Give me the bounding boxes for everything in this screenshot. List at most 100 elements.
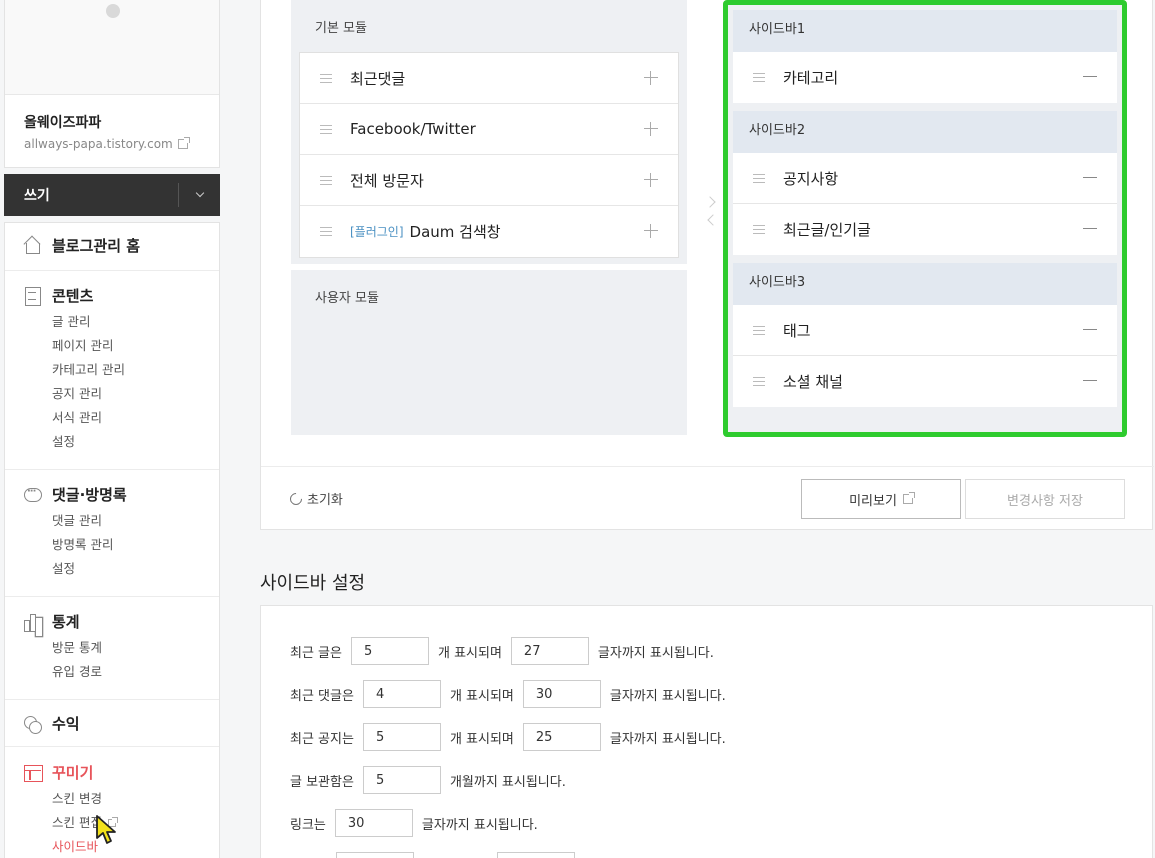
cursor-pointer-icon	[96, 815, 116, 844]
drag-handle-icon[interactable]	[753, 173, 765, 183]
setting-label: 글자까지 표시됩니다.	[597, 645, 714, 661]
module-item-total-visitors[interactable]: 전체 방문자	[300, 155, 678, 206]
submenu-contents-settings[interactable]: 설정	[52, 430, 219, 454]
reset-button[interactable]: 초기화	[287, 489, 343, 508]
write-label: 쓰기	[24, 188, 50, 204]
menu-comments[interactable]: 댓글·방명록	[23, 484, 219, 505]
setting-label: 글자까지 표시됩니다.	[421, 817, 538, 833]
setting-label: 최근 공지는	[290, 731, 354, 747]
external-link-icon	[177, 137, 190, 149]
module-label: 공지사항	[783, 169, 839, 188]
module-label: 소셜 채널	[783, 373, 843, 391]
drag-handle-icon[interactable]	[320, 124, 332, 134]
submenu-page-manage[interactable]: 페이지 관리	[52, 334, 219, 358]
recent-notices-count-input[interactable]	[362, 723, 441, 751]
sidebar-item-notice[interactable]: 공지사항	[733, 153, 1117, 204]
setting-label: 최근 댓글은	[290, 688, 354, 704]
links-chars-input[interactable]	[334, 809, 413, 837]
write-button[interactable]: 쓰기	[4, 174, 220, 216]
menu-section-revenue: 수익	[5, 700, 219, 747]
add-icon[interactable]	[644, 173, 658, 187]
add-icon[interactable]	[644, 224, 658, 238]
remove-icon[interactable]	[1083, 380, 1097, 382]
drag-handle-icon[interactable]	[320, 175, 332, 185]
menu-home[interactable]: 블로그관리 홈	[23, 235, 219, 256]
chevron-right-icon[interactable]	[704, 196, 716, 208]
submenu-visit-stats[interactable]: 방문 통계	[52, 636, 219, 660]
setting-archive: 글 보관함은 개월까지 표시됩니다.	[290, 766, 566, 794]
menu-stats[interactable]: 통계	[23, 611, 219, 632]
submenu-category-manage[interactable]: 카테고리 관리	[52, 358, 219, 382]
submenu-comments-settings[interactable]: 설정	[52, 557, 219, 581]
deco-submenu: 스킨 변경 스킨 편집 사이드바	[52, 787, 219, 858]
archive-months-input[interactable]	[362, 766, 441, 794]
sidebar-group-title: 사이드바1	[733, 10, 1117, 52]
add-icon[interactable]	[644, 71, 658, 85]
sidebar-item-social[interactable]: 소셜 채널	[733, 356, 1117, 407]
drag-handle-icon[interactable]	[753, 377, 765, 386]
submenu-skin-change[interactable]: 스킨 변경	[52, 787, 219, 811]
setting-label: 개월까지 표시됩니다.	[449, 774, 566, 790]
profile-avatar	[106, 4, 120, 18]
module-item-facebook-twitter[interactable]: Facebook/Twitter	[300, 104, 678, 155]
add-icon[interactable]	[644, 122, 658, 136]
recent-notices-chars-input[interactable]	[522, 723, 601, 751]
menu-revenue[interactable]: 수익	[23, 713, 219, 734]
chevron-left-icon[interactable]	[707, 214, 719, 226]
stats-submenu: 방문 통계 유입 경로	[52, 636, 219, 684]
document-icon	[23, 286, 42, 306]
recent-comments-chars-input[interactable]	[522, 680, 601, 708]
remove-icon[interactable]	[1083, 329, 1097, 331]
setting-label: 최근 글은	[290, 645, 342, 661]
submenu-skin-edit[interactable]: 스킨 편집	[52, 811, 219, 835]
comments-submenu: 댓글 관리 방명록 관리 설정	[52, 509, 219, 581]
module-item-recent-comments[interactable]: 최근댓글	[300, 53, 678, 104]
write-dropdown-toggle[interactable]	[178, 183, 220, 207]
submenu-post-manage[interactable]: 글 관리	[52, 310, 219, 334]
menu-section-stats: 통계 방문 통계 유입 경로	[5, 597, 219, 700]
submenu-template-manage[interactable]: 서식 관리	[52, 406, 219, 430]
recent-posts-chars-input[interactable]	[510, 637, 589, 665]
remove-icon[interactable]	[1083, 228, 1097, 230]
available-modules-column: 기본 모듈 최근댓글 Facebook/Twitter 전체 방문자 [플러그인…	[291, 0, 687, 435]
partial-input-1[interactable]	[336, 852, 414, 858]
blog-name[interactable]: 올웨이즈파파	[24, 112, 101, 132]
admin-sidebar: 올웨이즈파파 allways-papa.tistory.com 쓰기 블로그관리…	[0, 0, 225, 858]
setting-label: 글자까지 표시됩니다.	[609, 688, 726, 704]
submenu-referrer[interactable]: 유입 경로	[52, 660, 219, 684]
sidebar-item-category[interactable]: 카테고리	[733, 52, 1117, 103]
blog-url-link[interactable]: allways-papa.tistory.com	[24, 137, 190, 151]
sidebar-group-3: 사이드바3 태그 소셜 채널	[733, 263, 1117, 407]
remove-icon[interactable]	[1083, 76, 1097, 78]
basic-modules-list: 최근댓글 Facebook/Twitter 전체 방문자 [플러그인] Daum	[299, 52, 679, 258]
remove-icon[interactable]	[1083, 177, 1097, 179]
move-arrows	[704, 196, 719, 232]
external-link-icon	[902, 492, 915, 504]
menu-section-home: 블로그관리 홈	[5, 223, 219, 271]
sidebar-item-tags[interactable]: 태그	[733, 305, 1117, 356]
submenu-guestbook-manage[interactable]: 방명록 관리	[52, 533, 219, 557]
submenu-sidebar[interactable]: 사이드바	[52, 835, 219, 858]
partial-input-2[interactable]	[497, 852, 575, 858]
recent-comments-count-input[interactable]	[362, 680, 441, 708]
setting-label: 글 보관함은	[290, 774, 354, 790]
drag-handle-icon[interactable]	[753, 225, 765, 234]
submenu-notice-manage[interactable]: 공지 관리	[52, 382, 219, 406]
drag-handle-icon[interactable]	[753, 325, 765, 335]
drag-handle-icon[interactable]	[320, 227, 332, 236]
chevron-down-icon	[195, 188, 204, 198]
drag-handle-icon[interactable]	[320, 73, 332, 83]
save-button[interactable]: 변경사항 저장	[965, 479, 1125, 519]
module-item-daum-search[interactable]: [플러그인] Daum 검색창	[300, 206, 678, 257]
module-label: 최근글/인기글	[783, 221, 871, 239]
profile-image-area[interactable]	[5, 0, 219, 95]
sidebar-item-recent-popular[interactable]: 최근글/인기글	[733, 204, 1117, 255]
module-label: Daum 검색창	[409, 223, 501, 241]
preview-button[interactable]: 미리보기	[801, 479, 961, 519]
menu-deco[interactable]: 꾸미기	[23, 762, 219, 783]
drag-handle-icon[interactable]	[753, 73, 765, 82]
basic-modules-title: 기본 모듈	[315, 21, 367, 36]
submenu-comment-manage[interactable]: 댓글 관리	[52, 509, 219, 533]
recent-posts-count-input[interactable]	[350, 637, 429, 665]
menu-contents[interactable]: 콘텐츠	[23, 285, 219, 306]
